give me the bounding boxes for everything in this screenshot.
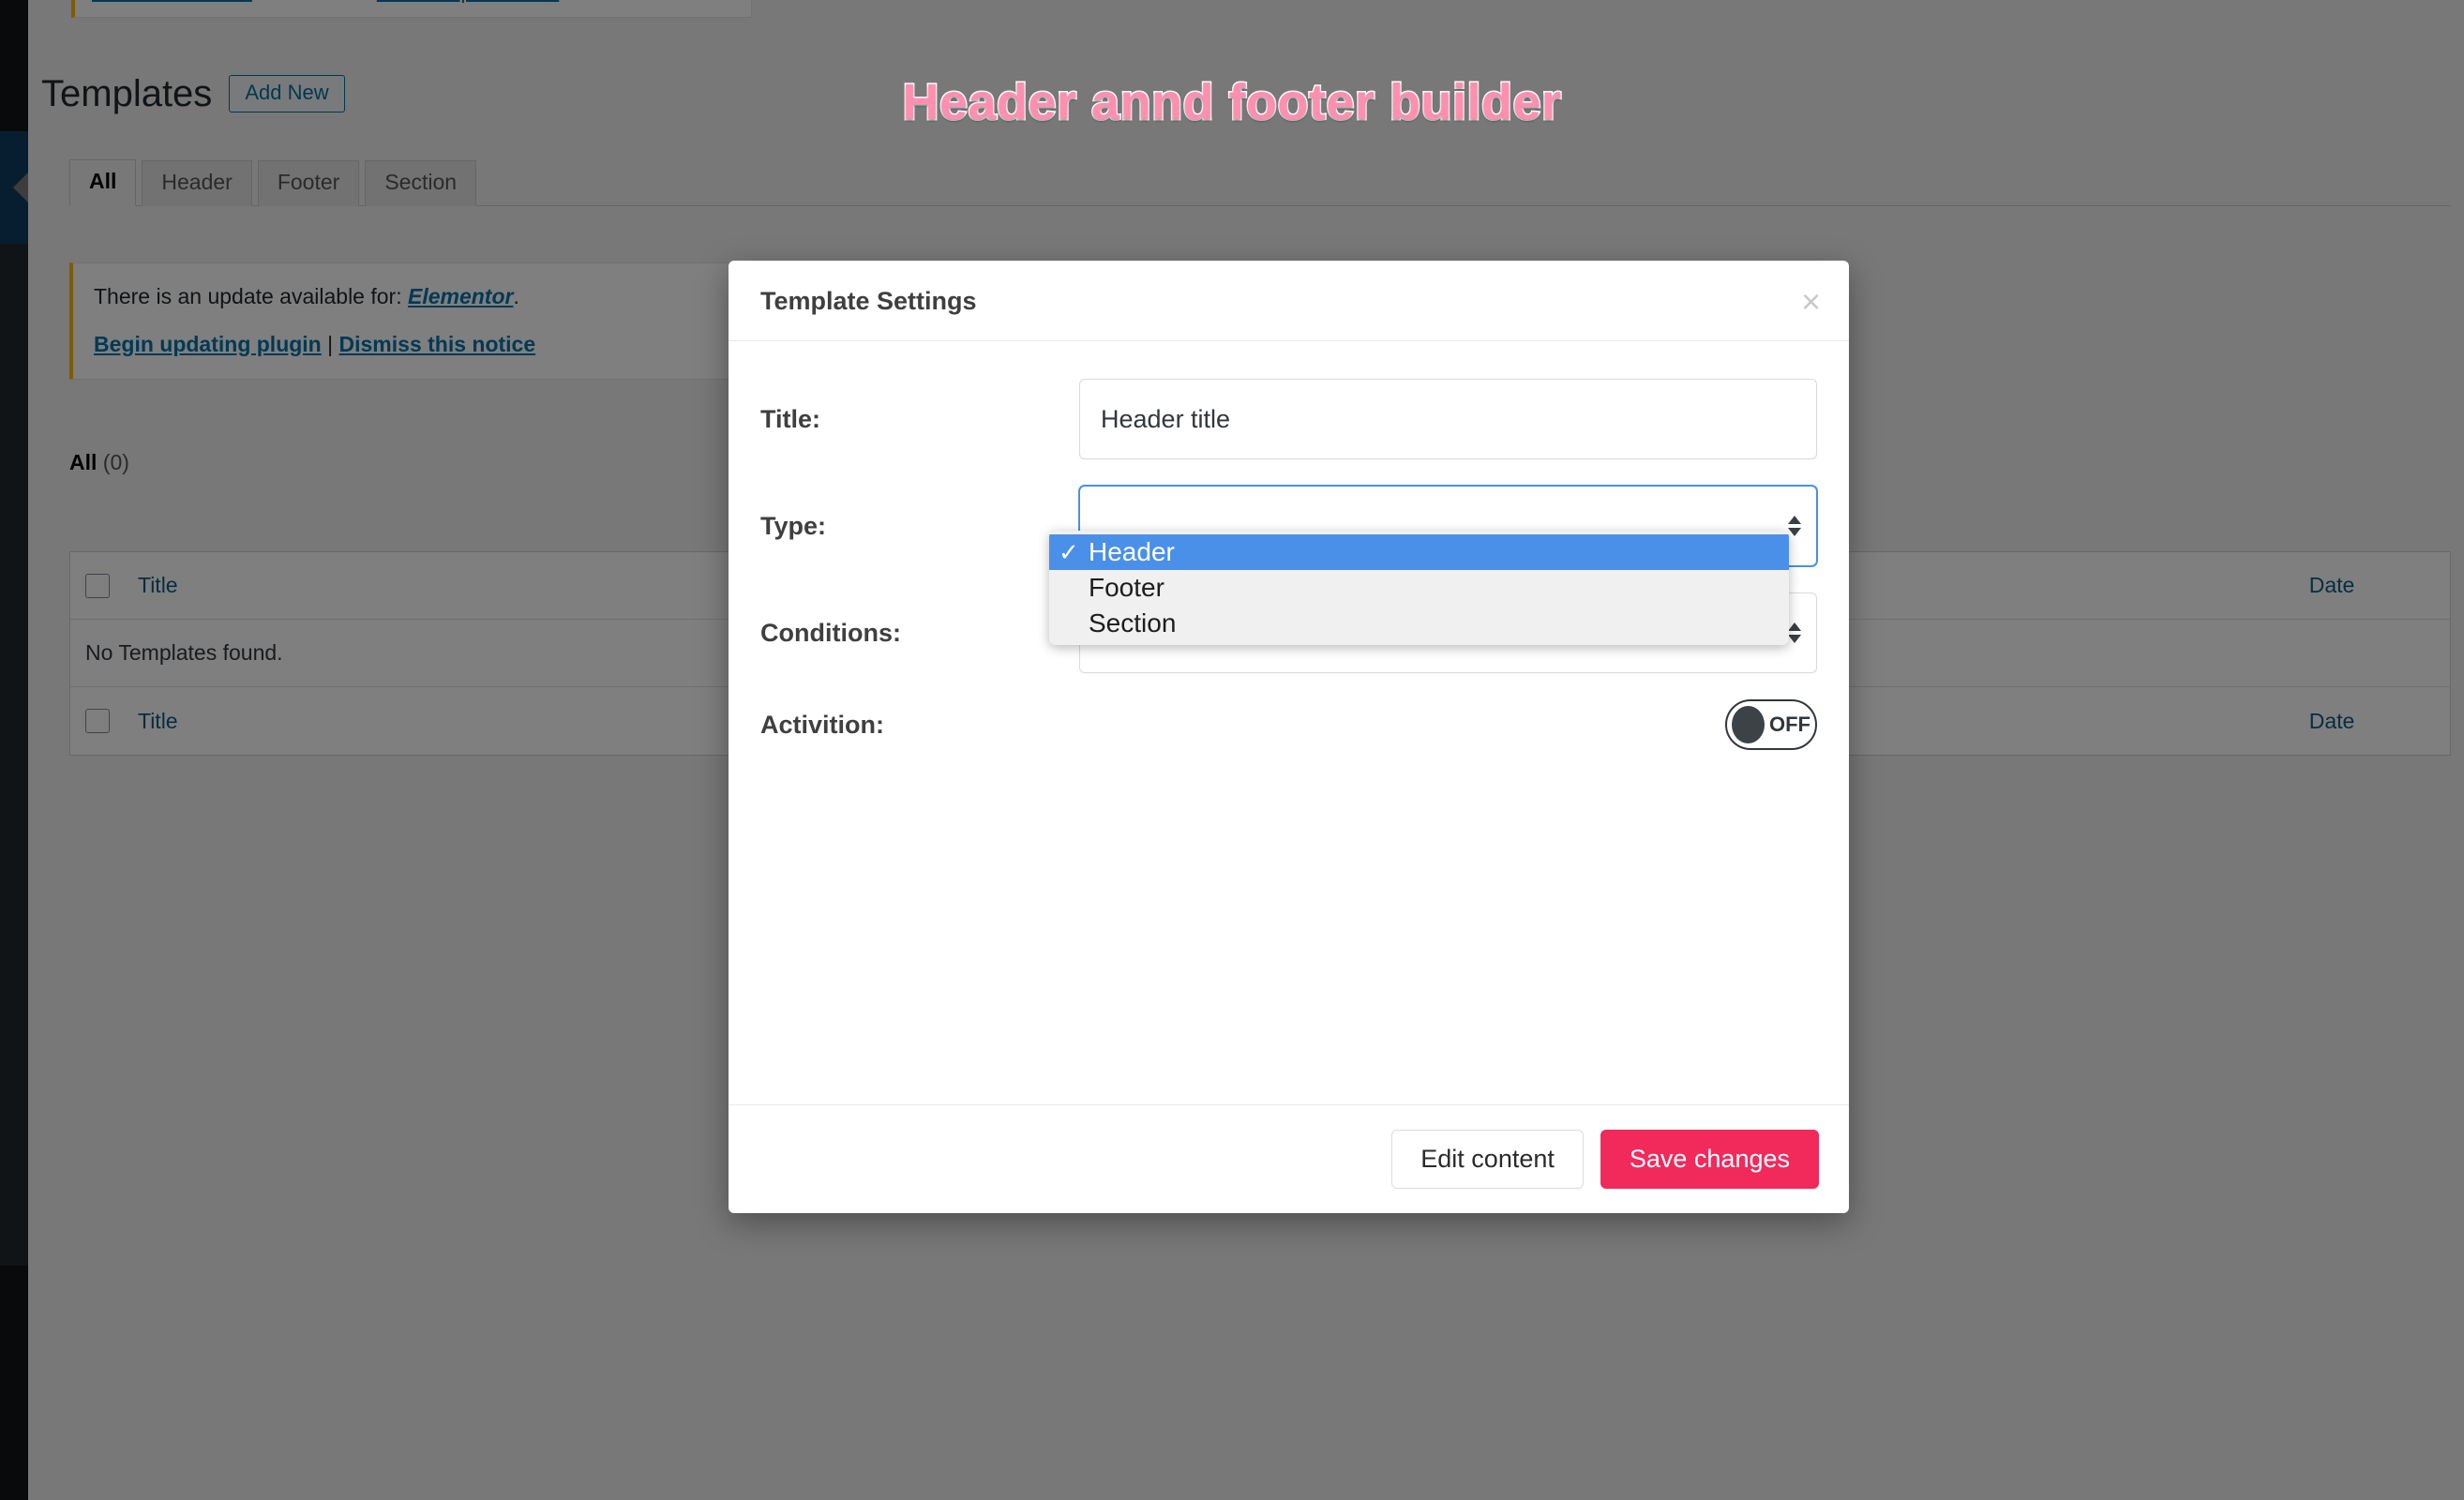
modal-footer: Edit content Save changes bbox=[729, 1104, 1849, 1213]
activation-field-control: OFF bbox=[1079, 699, 1817, 750]
title-field-label: Title: bbox=[760, 404, 821, 433]
toggle-knob-icon bbox=[1732, 706, 1765, 743]
chevron-down-icon bbox=[1788, 528, 1801, 536]
title-input[interactable] bbox=[1079, 379, 1817, 459]
save-changes-button[interactable]: Save changes bbox=[1600, 1130, 1819, 1189]
type-field-label: Type: bbox=[760, 511, 827, 540]
type-option-section[interactable]: Section bbox=[1049, 606, 1789, 641]
type-option-section-label: Section bbox=[1089, 608, 1177, 638]
type-option-header[interactable]: ✓ Header bbox=[1049, 534, 1789, 570]
type-option-header-label: Header bbox=[1089, 537, 1175, 566]
modal-header: Template Settings × bbox=[729, 261, 1849, 341]
chevron-up-icon bbox=[1788, 622, 1801, 631]
activation-field-label: Activition: bbox=[760, 710, 884, 739]
type-option-footer[interactable]: Footer bbox=[1049, 570, 1789, 606]
admin-page: WordPress 5.2.2 is available! Please upd… bbox=[0, 0, 2464, 1500]
type-option-footer-label: Footer bbox=[1089, 573, 1164, 602]
check-icon: ✓ bbox=[1059, 538, 1079, 566]
modal-body: Title: Type: Header bbox=[729, 341, 1849, 1104]
edit-content-button[interactable]: Edit content bbox=[1391, 1130, 1584, 1189]
type-dropdown-menu: ✓ Header Footer Section bbox=[1049, 531, 1789, 645]
template-settings-modal: Template Settings × Title: Type: Header bbox=[729, 261, 1849, 1213]
conditions-select-stepper-icon bbox=[1788, 622, 1801, 643]
title-field-control bbox=[1079, 379, 1817, 459]
activation-field-row: Activition: OFF bbox=[760, 699, 1817, 750]
activation-toggle-state: OFF bbox=[1769, 712, 1810, 736]
modal-title: Template Settings bbox=[760, 287, 977, 315]
chevron-up-icon bbox=[1788, 516, 1801, 524]
activation-toggle[interactable]: OFF bbox=[1725, 699, 1817, 750]
annotation-text: Header annd footer builder bbox=[901, 73, 1563, 132]
type-select-stepper-icon bbox=[1788, 516, 1801, 536]
conditions-field-label: Conditions: bbox=[760, 618, 901, 647]
close-icon[interactable]: × bbox=[1801, 285, 1821, 319]
chevron-down-icon bbox=[1788, 635, 1801, 643]
title-field-row: Title: bbox=[760, 379, 1817, 459]
